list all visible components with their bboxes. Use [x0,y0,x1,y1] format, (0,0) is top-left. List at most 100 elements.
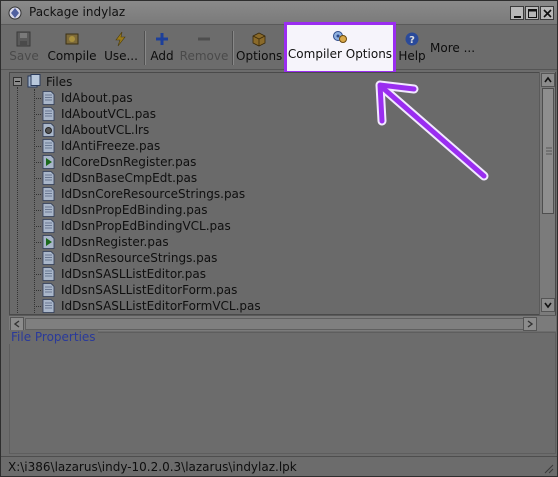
options-button[interactable]: Options [236,29,282,67]
tree-file-item[interactable]: IdAboutVCL.pas [10,106,510,122]
tree-file-item[interactable]: IdDsnPropEdBindingVCL.pas [10,218,510,234]
help-button[interactable]: ? Help [397,29,427,67]
pascal-file-icon [42,219,55,233]
files-folder-icon [27,74,41,88]
title-bar[interactable]: Package indylaz [1,1,557,25]
horizontal-scrollbar[interactable] [9,315,556,331]
compile-label: Compile [47,49,97,63]
save-label: Save [9,49,39,63]
toolbar-separator [144,31,146,65]
file-properties-title: File Properties [9,330,98,344]
package-path: X:\i386\lazarus\indy-10.2.0.3\lazarus\in… [8,460,297,474]
help-label: Help [398,49,426,63]
tree-connector [34,306,41,307]
pascal-file-icon [42,267,55,281]
vertical-scroll-thumb[interactable] [542,88,554,214]
pascal-file-icon [42,203,55,217]
close-icon [543,9,552,18]
tree-file-label: IdAbout.pas [61,91,133,105]
compiler-options-button[interactable]: Compiler Options [284,22,396,74]
resource-file-icon [42,123,55,137]
compile-icon [65,33,79,45]
package-icon [8,6,22,20]
maximize-icon [528,9,537,18]
chevron-right-icon [527,320,534,328]
scroll-up-button[interactable] [541,73,555,87]
tree-connector [34,290,41,291]
more-label: More ... [430,41,476,55]
remove-label: Remove [179,49,229,63]
tree-connector [34,114,41,115]
tree-file-label: IdAntiFreeze.pas [61,139,161,153]
add-label: Add [150,49,174,63]
pascal-file-icon [42,171,55,185]
tree-file-item[interactable]: IdAntiFreeze.pas [10,138,510,154]
scroll-left-button[interactable] [10,317,24,331]
help-icon: ? [405,32,419,46]
compiler-options-label: Compiler Options [287,47,393,61]
tree-file-label: IdDsnSASLListEditor.pas [61,267,207,281]
pascal-file-icon [42,107,55,121]
tree-file-label: IdCoreDsnRegister.pas [61,155,197,169]
scroll-down-button[interactable] [541,298,555,312]
tree-file-item[interactable]: IdAbout.pas [10,90,510,106]
add-button[interactable]: Add [149,29,175,67]
tree-file-item[interactable]: IdDsnSASLListEditorFormVCL.pas [10,298,510,314]
tree-connector [34,130,41,131]
tree-file-label: IdDsnCoreResourceStrings.pas [61,187,246,201]
register-unit-icon [42,155,55,169]
tree-file-item[interactable]: IdAboutVCL.lrs [10,122,510,138]
tree-file-item[interactable]: IdDsnRegister.pas [10,234,510,250]
package-window: Package indylaz Save Compile Use... Add [0,0,558,477]
minimize-icon [514,16,521,18]
tree-file-label: IdAboutVCL.pas [61,107,156,121]
tree-file-item[interactable]: IdCoreDsnRegister.pas [10,154,510,170]
options-label: Options [236,49,283,63]
horizontal-scroll-thumb[interactable] [25,318,535,330]
close-button[interactable] [540,6,554,20]
tree-file-label: IdDsnResourceStrings.pas [61,251,218,265]
compiler-options-inner: Compiler Options [287,27,393,65]
tree-file-label: IdDsnBaseCmpEdt.pas [61,171,198,185]
scroll-right-button[interactable] [523,317,537,331]
tree-file-item[interactable]: IdDsnResourceStrings.pas [10,250,510,266]
tree-file-item[interactable]: IdDsnPropEdBinding.pas [10,202,510,218]
register-unit-icon [42,235,55,249]
tree-file-label: IdDsnPropEdBinding.pas [61,203,208,217]
svg-text:?: ? [409,35,415,46]
pascal-file-icon [42,187,55,201]
tree-file-item[interactable]: IdDsnSASLListEditor.pas [10,266,510,282]
plus-icon [156,33,168,45]
compile-button[interactable]: Compile [46,29,98,67]
pascal-file-icon [42,139,55,153]
tree-connector [34,194,41,195]
window-title: Package indylaz [29,5,126,19]
status-bar: X:\i386\lazarus\indy-10.2.0.3\lazarus\in… [1,456,557,476]
pascal-file-icon [42,283,55,297]
minimize-button[interactable] [510,6,524,20]
tree-root-files[interactable]: Files [10,74,310,90]
files-tree[interactable]: Files IdAbout.pas IdAboutVCL.pas IdAboutVC… [9,72,556,315]
tree-connector [34,258,41,259]
use-label: Use... [104,49,138,63]
tree-connector [34,210,41,211]
tree-root-label: Files [46,75,73,89]
tree-file-label: IdAboutVCL.lrs [61,123,150,137]
tree-file-item[interactable]: IdDsnSASLListEditorForm.pas [10,282,510,298]
remove-button[interactable]: Remove [178,29,230,67]
tree-connector [34,146,41,147]
tree-connector [34,226,41,227]
tree-file-label: IdDsnPropEdBindingVCL.pas [61,219,231,233]
pascal-file-icon [42,91,55,105]
collapse-icon[interactable] [13,77,22,86]
tree-file-item[interactable]: IdDsnBaseCmpEdt.pas [10,170,510,186]
chevron-down-icon [544,302,552,309]
tree-file-item[interactable]: IdDsnCoreResourceStrings.pas [10,186,510,202]
file-properties-panel [9,332,556,454]
save-button[interactable]: Save [9,29,39,67]
vertical-scrollbar[interactable] [539,72,555,315]
use-button[interactable]: Use... [101,29,141,67]
chevron-left-icon [13,320,20,328]
maximize-button[interactable] [525,6,539,20]
resize-grip-icon[interactable] [542,462,554,474]
